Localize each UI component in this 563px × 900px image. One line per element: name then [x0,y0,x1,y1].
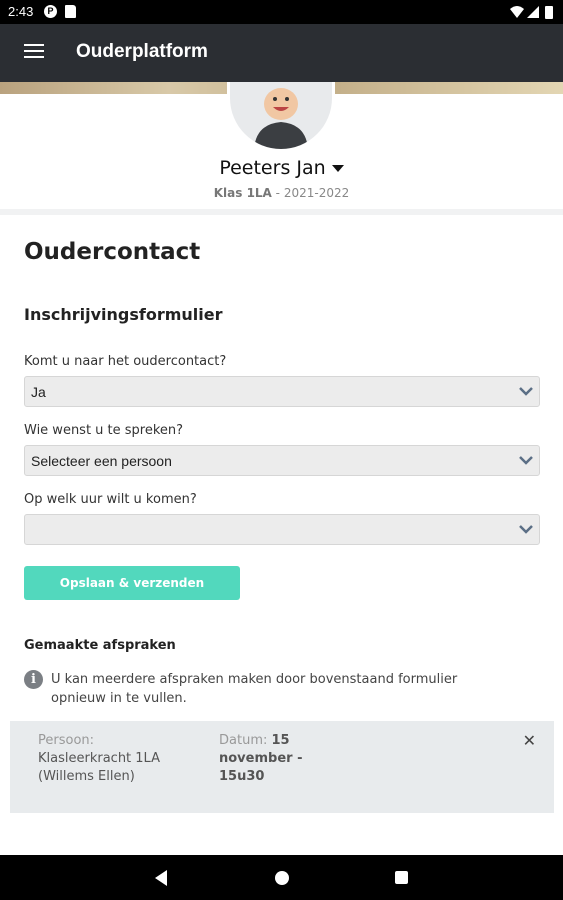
attend-select-value: Ja [31,384,46,400]
home-icon[interactable] [275,871,289,885]
battery-icon [545,6,553,19]
class-year-separator: - [271,186,284,200]
field-label-attend: Komt u naar het oudercontact? [24,354,227,369]
appointments-title: Gemaakte afspraken [24,638,176,653]
appointment-date: Datum: 15 november - 15u30 [219,732,329,786]
chevron-down-icon [519,525,533,534]
notification-p-icon: P [44,5,57,18]
appointment-person: Persoon: Klasleerkracht 1LA (Willems Ell… [38,732,168,786]
profile-name: Peeters Jan [219,157,326,179]
appointment-card: Persoon: Klasleerkracht 1LA (Willems Ell… [10,721,554,813]
app-title: Ouderplatform [76,41,208,62]
system-nav-bar [0,855,563,900]
status-time: 2:43 [8,4,34,19]
appointment-date-rest: november - 15u30 [219,751,303,784]
avatar-head [264,88,298,120]
status-bar: 2:43 P [0,0,563,24]
cell-signal-icon [527,6,539,18]
profile-class-year: Klas 1LA - 2021-2022 [0,186,563,200]
attend-select[interactable]: Ja [24,376,540,407]
appointment-person-label: Persoon: [38,733,95,748]
person-select-value: Selecteer een persoon [31,453,172,469]
info-icon: i [24,670,43,689]
avatar [227,82,335,152]
appointment-date-day: 15 [271,733,290,748]
form-title: Inschrijvingsformulier [24,305,223,324]
hamburger-menu-icon[interactable] [24,44,44,60]
appointments-info-text: U kan meerdere afspraken maken door bove… [51,672,458,706]
save-send-button[interactable]: Opslaan & verzenden [24,566,240,600]
appointment-person-value: Klasleerkracht 1LA (Willems Ellen) [38,751,160,784]
appointment-date-label: Datum: [219,733,268,748]
chevron-down-icon [519,387,533,396]
wifi-icon [510,6,524,18]
app-bar: Ouderplatform [0,24,563,82]
time-select[interactable] [24,514,540,545]
field-label-time: Op welk uur wilt u komen? [24,492,197,507]
profile-section: Peeters Jan Klas 1LA - 2021-2022 [0,82,563,209]
caret-down-icon [331,165,344,172]
page-title: Oudercontact [24,239,201,265]
profile-name-dropdown[interactable]: Peeters Jan [0,157,563,179]
status-icons [510,6,553,19]
person-select[interactable]: Selecteer een persoon [24,445,540,476]
chevron-down-icon [519,456,533,465]
recent-apps-icon[interactable] [395,871,408,884]
avatar-shirt [254,122,308,149]
sd-card-icon [65,5,76,18]
delete-appointment-close-icon[interactable]: ✕ [523,731,536,750]
main-content: Oudercontact Inschrijvingsformulier Komt… [0,215,563,855]
school-year: 2021-2022 [283,186,350,200]
field-label-person: Wie wenst u te spreken? [24,423,184,438]
class-label: Klas 1LA [213,186,272,200]
back-icon[interactable] [155,870,167,886]
